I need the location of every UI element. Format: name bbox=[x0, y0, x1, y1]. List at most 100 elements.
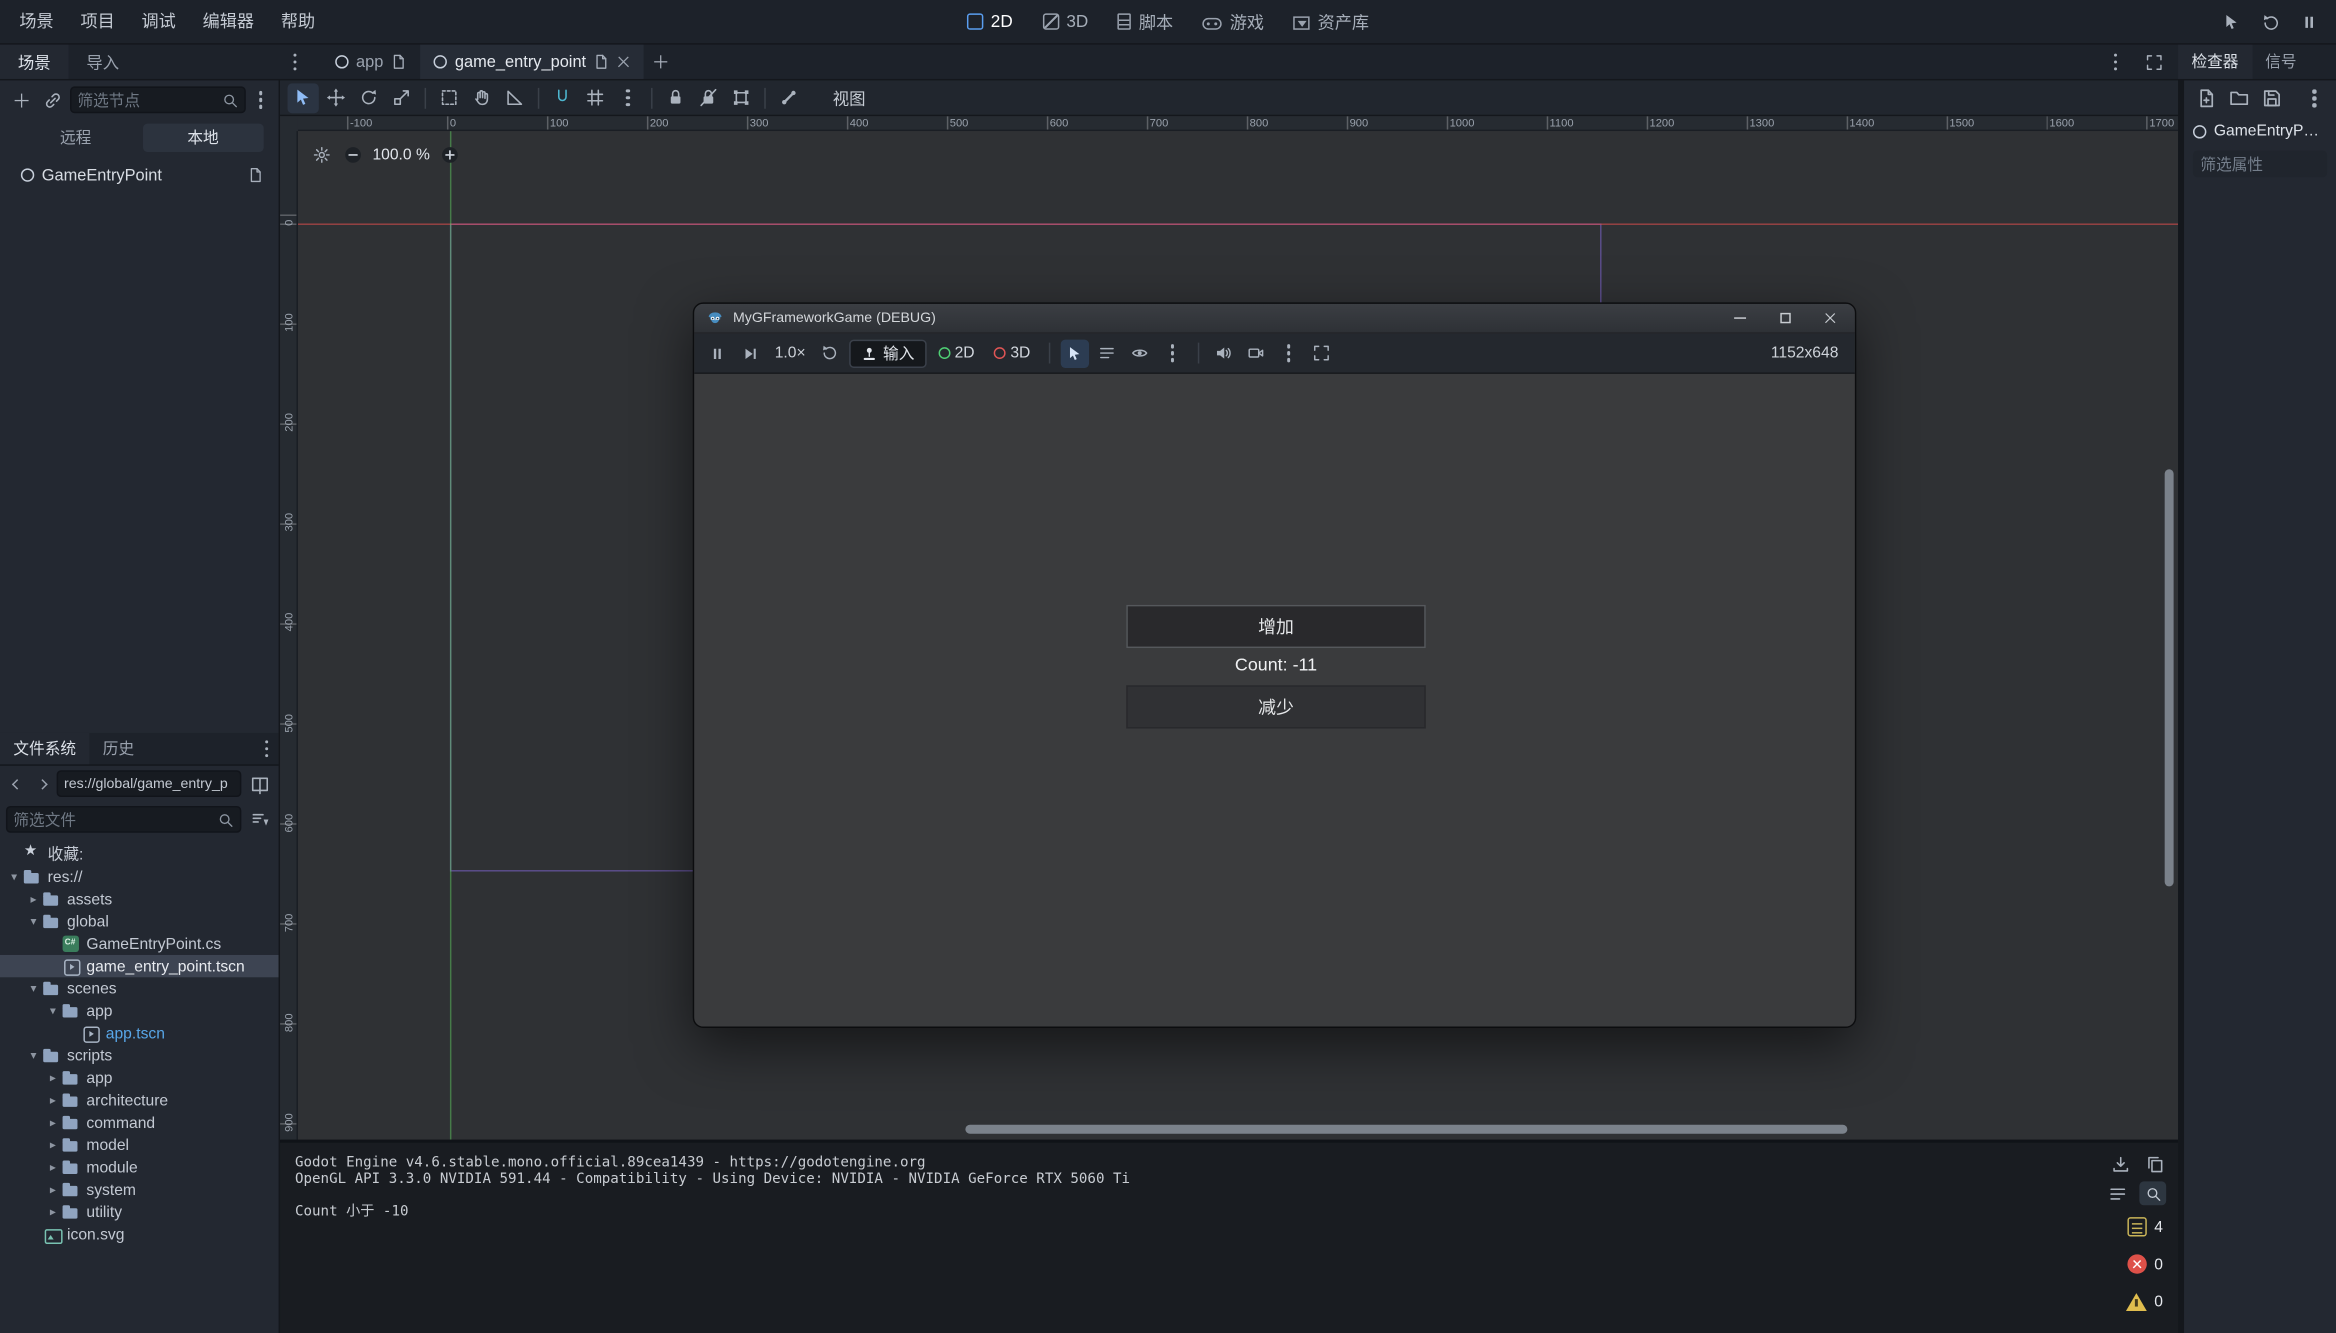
close-tab-icon[interactable] bbox=[618, 56, 629, 67]
collapse-log-icon[interactable] bbox=[2105, 1181, 2129, 1205]
select-tool-icon[interactable] bbox=[288, 83, 319, 113]
filter-files-input[interactable]: 筛选文件 bbox=[6, 806, 241, 833]
minimize-button[interactable] bbox=[1718, 303, 1763, 333]
dock-tab[interactable]: 历史 bbox=[89, 733, 147, 764]
viewport-settings-icon[interactable] bbox=[310, 143, 334, 167]
expand-arrow-icon[interactable] bbox=[6, 866, 22, 888]
file-item[interactable]: game_entry_point.tscn bbox=[0, 955, 279, 977]
file-item[interactable]: 收藏: bbox=[0, 843, 279, 865]
zoom-level[interactable]: 100.0 % bbox=[372, 146, 429, 164]
dock-tab[interactable]: 文件系统 bbox=[0, 733, 89, 764]
mode-button[interactable]: 本地 bbox=[142, 123, 263, 151]
tab-list-icon[interactable] bbox=[2101, 47, 2131, 77]
suspend-icon[interactable] bbox=[703, 339, 731, 367]
expand-editor-icon[interactable] bbox=[2139, 47, 2169, 77]
embed-fullscreen-icon[interactable] bbox=[1307, 339, 1335, 367]
group-icon[interactable] bbox=[726, 83, 757, 113]
copy-log-icon[interactable] bbox=[2142, 1152, 2166, 1176]
filter-nodes-input[interactable]: 筛选节点 bbox=[70, 86, 246, 113]
restart-icon[interactable] bbox=[816, 339, 844, 367]
expand-arrow-icon[interactable] bbox=[45, 1089, 61, 1111]
expand-arrow-icon[interactable] bbox=[25, 910, 41, 932]
add-scene-tab-icon[interactable] bbox=[647, 48, 674, 75]
zoom-out-button[interactable] bbox=[341, 143, 365, 167]
ruler-tool-icon[interactable] bbox=[499, 83, 530, 113]
sort-files-icon[interactable] bbox=[246, 806, 273, 833]
grid-snap-icon[interactable] bbox=[580, 83, 611, 113]
expand-arrow-icon[interactable] bbox=[25, 977, 41, 999]
file-item[interactable]: architecture bbox=[0, 1089, 279, 1111]
file-item[interactable]: command bbox=[0, 1111, 279, 1133]
increase-button[interactable]: 增加 bbox=[1126, 605, 1425, 648]
input-mode-toggle[interactable]: 输入 bbox=[849, 339, 926, 367]
dock-tab[interactable]: 导入 bbox=[69, 45, 138, 79]
script-icon[interactable] bbox=[391, 54, 407, 70]
node-list-icon[interactable] bbox=[1093, 339, 1121, 367]
pick-node-icon[interactable] bbox=[1060, 339, 1088, 367]
scale-tool-icon[interactable] bbox=[386, 83, 417, 113]
scene-tab[interactable]: game_entry_point bbox=[421, 45, 645, 79]
load-resource-icon[interactable] bbox=[2226, 85, 2251, 112]
dock-tab[interactable]: 场景 bbox=[0, 45, 69, 79]
filesystem-menu-icon[interactable] bbox=[255, 737, 279, 761]
box-select-icon[interactable] bbox=[434, 83, 465, 113]
decrease-button[interactable]: 减少 bbox=[1126, 685, 1425, 728]
close-button[interactable] bbox=[1807, 303, 1852, 333]
message-filter[interactable]: 4 bbox=[2127, 1211, 2166, 1242]
expand-arrow-icon[interactable] bbox=[45, 1000, 61, 1022]
file-item[interactable]: app bbox=[0, 1000, 279, 1022]
new-resource-icon[interactable] bbox=[2193, 85, 2218, 112]
file-item[interactable]: global bbox=[0, 910, 279, 932]
vertical-scrollbar[interactable] bbox=[2165, 469, 2174, 886]
current-path[interactable]: res://global/game_entry_p bbox=[57, 770, 242, 797]
file-item[interactable]: scenes bbox=[0, 977, 279, 999]
workspace-button[interactable]: 2D bbox=[952, 0, 1028, 44]
left-dock-menu-icon[interactable] bbox=[280, 47, 310, 77]
menu-item[interactable]: 调试 bbox=[128, 0, 189, 44]
file-item[interactable]: app.tscn bbox=[0, 1022, 279, 1044]
save-resource-icon[interactable] bbox=[2259, 85, 2284, 112]
dock-tab[interactable]: 检查器 bbox=[2178, 45, 2252, 79]
file-item[interactable]: res:// bbox=[0, 866, 279, 888]
camera-override-icon[interactable] bbox=[1242, 339, 1270, 367]
expand-arrow-icon[interactable] bbox=[45, 1178, 61, 1200]
menu-item[interactable]: 编辑器 bbox=[189, 0, 267, 44]
instance-scene-icon[interactable] bbox=[39, 85, 66, 115]
expand-arrow-icon[interactable] bbox=[25, 888, 41, 910]
scene-tab[interactable]: app bbox=[322, 45, 421, 79]
history-back-icon[interactable] bbox=[6, 772, 27, 796]
file-item[interactable]: module bbox=[0, 1156, 279, 1178]
workspace-button[interactable]: 资产库 bbox=[1279, 0, 1384, 44]
game-window-titlebar[interactable]: MyGFrameworkGame (DEBUG) bbox=[694, 304, 1855, 334]
menu-item[interactable]: 场景 bbox=[6, 0, 67, 44]
horizontal-scrollbar[interactable] bbox=[965, 1125, 1847, 1134]
audio-mute-icon[interactable] bbox=[1209, 339, 1237, 367]
workspace-button[interactable]: 游戏 bbox=[1188, 0, 1279, 44]
mode-button[interactable]: 远程 bbox=[15, 123, 136, 151]
inspector-menu-icon[interactable] bbox=[2302, 85, 2327, 112]
select-mode-icon[interactable] bbox=[2217, 7, 2247, 37]
script-icon[interactable] bbox=[247, 167, 263, 183]
maximize-button[interactable] bbox=[1762, 303, 1807, 333]
pause-icon[interactable] bbox=[2294, 7, 2324, 37]
snap-options-icon[interactable] bbox=[612, 83, 643, 113]
save-log-icon[interactable] bbox=[2108, 1152, 2132, 1176]
menu-item[interactable]: 帮助 bbox=[267, 0, 328, 44]
scene-dock-menu-icon[interactable] bbox=[250, 85, 271, 115]
warning-filter[interactable]: 0 bbox=[2126, 1286, 2166, 1317]
speed-multiplier[interactable]: 1.0× bbox=[769, 344, 812, 362]
visibility-icon[interactable] bbox=[1126, 339, 1154, 367]
mode-3d-toggle[interactable]: 3D bbox=[987, 344, 1038, 362]
expand-arrow-icon[interactable] bbox=[25, 1044, 41, 1066]
mode-2d-toggle[interactable]: 2D bbox=[931, 344, 982, 362]
next-frame-icon[interactable] bbox=[736, 339, 764, 367]
reload-icon[interactable] bbox=[2256, 7, 2286, 37]
script-icon[interactable] bbox=[594, 54, 610, 70]
file-item[interactable]: icon.svg bbox=[0, 1223, 279, 1245]
smart-snap-icon[interactable] bbox=[547, 83, 578, 113]
file-item[interactable]: GameEntryPoint.cs bbox=[0, 933, 279, 955]
file-item[interactable]: app bbox=[0, 1067, 279, 1089]
file-item[interactable]: assets bbox=[0, 888, 279, 910]
workspace-button[interactable]: 脚本 bbox=[1103, 0, 1188, 44]
workspace-button[interactable]: 3D bbox=[1028, 0, 1104, 44]
